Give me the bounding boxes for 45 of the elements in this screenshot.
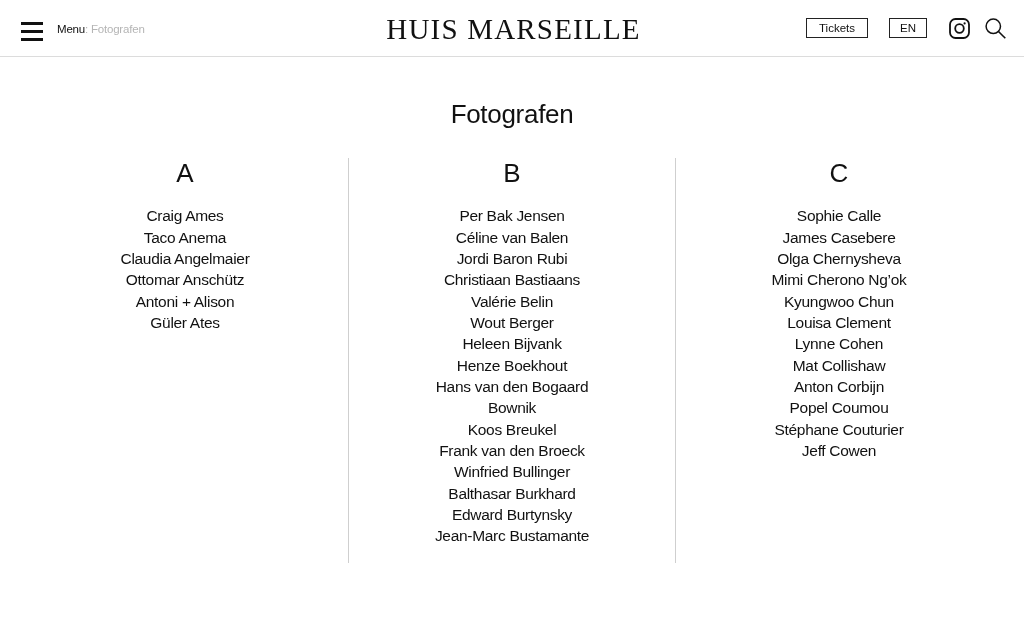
photographer-link[interactable]: Mat Collishaw [792, 354, 886, 376]
photographer-link[interactable]: Anton Corbijn [794, 375, 884, 398]
photographer-link[interactable]: Craig Ames [146, 205, 224, 227]
photographer-link[interactable]: Olga Chernysheva [777, 247, 901, 270]
photographer-link[interactable]: Jean-Marc Bustamante [434, 525, 590, 547]
photographer-link[interactable]: Céline van Balen [455, 226, 569, 248]
breadcrumb-link[interactable]: Menu [57, 22, 85, 35]
camera-icon[interactable] [949, 17, 970, 39]
photographer-link[interactable]: Jeff Cowen [801, 439, 877, 462]
language-button[interactable]: EN [889, 17, 927, 39]
site-logo[interactable]: HUIS MARSEILLE [386, 15, 641, 44]
photographer-link[interactable]: Kyungwoo Chun [784, 290, 894, 312]
search-icon[interactable] [985, 17, 1006, 39]
photographer-link[interactable]: Hans van den Bogaard [435, 375, 589, 398]
photographer-link[interactable]: Lynne Cohen [794, 333, 884, 355]
photographer-link[interactable]: Frank van den Broeck [439, 439, 585, 462]
photographer-link[interactable]: Winfried Bullinger [453, 461, 571, 483]
photographer-link[interactable]: Heleen Bijvank [462, 333, 562, 355]
photographer-link[interactable]: Taco Anema [143, 226, 227, 248]
breadcrumb-current: : Fotografen [84, 22, 145, 35]
photographer-link[interactable]: Louisa Clement [787, 311, 891, 334]
photographer-link[interactable]: Stéphane Couturier [774, 418, 904, 440]
letter-heading: A [176, 158, 194, 189]
photographer-link[interactable]: Wout Berger [470, 311, 554, 334]
photographer-link[interactable]: Mimi Cherono Ng’ok [771, 269, 907, 291]
photographer-link[interactable]: Sophie Calle [796, 205, 882, 227]
letter-heading: B [503, 158, 521, 189]
photographer-link[interactable]: Popel Coumou [789, 397, 889, 419]
photographer-link[interactable]: Valérie Belin [471, 290, 553, 312]
letter-heading: C [829, 158, 849, 189]
photographer-link[interactable]: Christiaan Bastiaans [443, 269, 581, 291]
photographer-link[interactable]: Henze Boekhout [456, 354, 568, 376]
photographer-link[interactable]: Claudia Angelmaier [120, 247, 250, 270]
photographer-link[interactable]: Antoni + Alison [135, 290, 235, 312]
photographer-link[interactable]: Ottomar Anschütz [125, 269, 245, 291]
photographer-link[interactable]: Bownik [487, 397, 537, 419]
photographer-link[interactable]: Güler Ates [150, 311, 220, 334]
photographer-link[interactable]: Koos Breukel [467, 418, 557, 440]
photographer-link[interactable]: James Casebere [782, 226, 896, 248]
photographer-link[interactable]: Per Bak Jensen [459, 205, 565, 227]
tickets-button[interactable]: Tickets [806, 17, 868, 39]
photographer-link[interactable]: Balthasar Burkhard [448, 482, 576, 504]
photographer-link[interactable]: Edward Burtynsky [451, 504, 573, 526]
photographer-link[interactable]: Jordi Baron Rubi [456, 247, 568, 270]
page-title: Fotografen [449, 99, 575, 131]
